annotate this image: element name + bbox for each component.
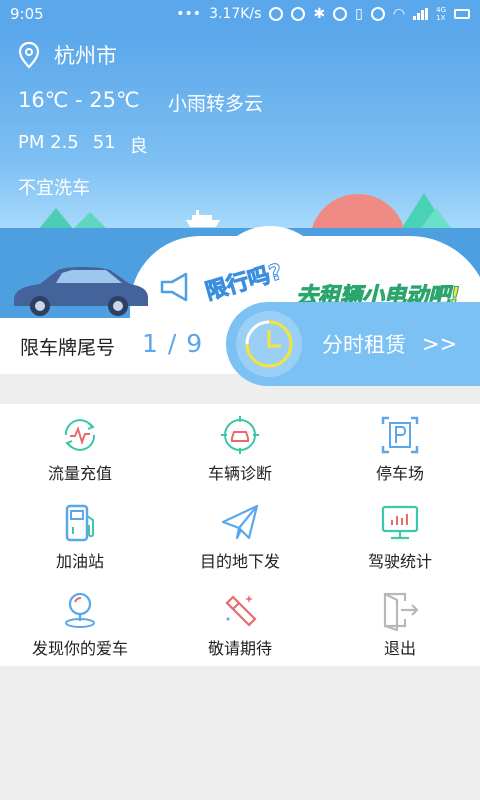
mountain-illustration [38,208,74,230]
menu-item-label: 车辆诊断 [207,464,272,483]
menu-item-gas-station[interactable]: 加油站 [0,492,160,579]
air-quality: PM 2.5 51 良 [18,132,148,158]
menu-item-driving-stats[interactable]: 驾驶统计 [320,492,480,579]
pm-label: PM 2.5 [18,132,79,153]
more-dots-icon: ••• [176,6,202,22]
alarm-icon [370,7,385,21]
vibrate-icon: ▯ [355,6,363,22]
megaphone-icon [160,272,188,302]
temperature: 16℃ - 25℃ [18,88,140,112]
settings-icon [333,7,348,21]
location-pin-icon [18,41,40,69]
menu-item-label: 停车场 [375,464,424,483]
ship-illustration [186,210,220,227]
restriction-question: 限行吗? [202,259,286,306]
weather-hero: 杭州市 16℃ - 25℃ 小雨转多云 PM 2.5 51 良 不宜洗车 限行吗… [0,28,480,318]
car-illustration [14,267,148,316]
menu-item-data-recharge[interactable]: 流量充值 [0,404,160,492]
city-name: 杭州市 [54,44,117,68]
menu-item-label: 发现你的爱车 [31,639,128,658]
signal-icon [413,8,429,20]
time-share-rental-button[interactable]: 分时租赁 >> [226,302,480,386]
menu-item-logout[interactable]: 退出 [320,579,480,666]
menu-item-destination-send[interactable]: 目的地下发 [160,492,320,579]
menu-item-label: 退出 [383,639,416,658]
gas-station-icon [65,504,94,542]
status-icons: ••• 3.17K/s ✱ ▯ ◠ 4G 1X [176,6,470,22]
menu-item-car-diagnosis[interactable]: 车辆诊断 [160,404,320,492]
status-time: 9:05 [10,5,44,23]
logout-icon [383,592,419,631]
menu-item-label: 加油站 [55,552,104,571]
menu-item-label: 驾驶统计 [367,552,432,571]
network-speed: 3.17K/s [209,6,262,22]
weather-condition: 小雨转多云 [168,93,264,115]
car-diagnosis-icon [221,416,259,454]
menu-item-parking[interactable]: 停车场 [320,404,480,492]
pm-value: 51 [92,132,116,153]
location[interactable]: 杭州市 [18,40,117,70]
clock-icon [236,311,302,377]
wifi-icon: ◠ [392,6,406,22]
restriction-numbers: 1 / 9 [142,329,204,358]
menu-item-find-car[interactable]: 发现你的爱车 [0,579,160,666]
rental-label: 分时租赁 [322,333,406,357]
sync-icon [291,7,306,21]
feature-grid: 流量充值 车辆诊断 停车场 加油站 目的地下发 驾驶统计 发现你的爱车 敬请期待… [0,404,480,666]
menu-item-label: 目的地下发 [199,552,280,571]
network-type: 4G 1X [436,6,446,22]
menu-item-coming-soon[interactable]: 敬请期待 [160,579,320,666]
double-chevron-icon: >> [422,332,458,356]
find-car-icon [65,592,95,628]
menu-item-label: 敬请期待 [207,639,272,658]
pm-grade: 良 [129,136,148,157]
data-recharge-icon [64,419,96,451]
menu-item-label: 流量充值 [47,464,112,483]
car-wash-index: 不宜洗车 [18,178,90,199]
coming-soon-icon [225,595,257,627]
parking-icon [381,416,419,454]
status-bar: 9:05 ••• 3.17K/s ✱ ▯ ◠ 4G 1X [0,0,480,28]
driving-stats-icon [381,505,419,540]
bluetooth-icon: ✱ [313,6,326,22]
restriction-label: 限车牌尾号 [20,337,116,359]
hotspot-icon [269,7,284,21]
paper-plane-icon [221,504,259,540]
battery-icon [454,9,470,19]
